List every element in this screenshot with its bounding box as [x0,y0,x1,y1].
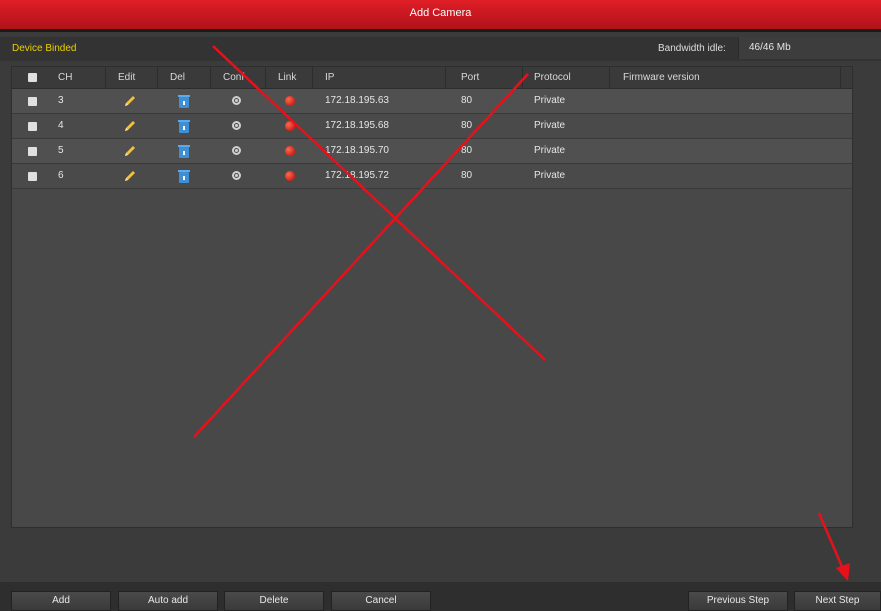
trash-icon[interactable] [178,170,190,183]
cell-ch: 6 [58,170,64,181]
bandwidth-label: Bandwidth idle: [658,43,726,54]
auto-add-button[interactable]: Auto add [118,591,218,611]
header-edit: Edit [118,72,136,83]
window-title: Add Camera [409,7,472,19]
header-separator [445,67,446,88]
link-status-icon [285,121,295,131]
settings-icon[interactable] [232,171,241,180]
previous-step-button[interactable]: Previous Step [688,591,788,611]
header-separator [265,67,266,88]
cell-ip: 172.18.195.70 [325,145,389,156]
cell-protocol: Private [534,120,566,131]
camera-table: CH Edit Del Conf Link IP Port Protocol F… [11,66,853,528]
cell-ch: 3 [58,95,64,106]
header-separator [105,67,106,88]
cell-ch: 4 [58,120,64,131]
cell-ip: 172.18.195.68 [325,120,389,131]
section-header: Device Binded Bandwidth idle: 46/46 Mb [0,37,881,61]
section-title: Device Binded [12,43,77,54]
pencil-icon[interactable] [123,94,137,108]
add-button[interactable]: Add [11,591,111,611]
header-link: Link [278,72,297,83]
trash-icon[interactable] [178,145,190,158]
table-row[interactable]: 6 172.18.195.72 80 Private [12,164,852,189]
window-title-bar: Add Camera [0,0,881,32]
cell-protocol: Private [534,145,566,156]
header-ip[interactable]: IP [325,67,334,88]
trash-icon[interactable] [178,120,190,133]
trash-icon[interactable] [178,95,190,108]
row-checkbox[interactable] [28,147,37,156]
header-port[interactable]: Port [461,67,479,88]
header-protocol[interactable]: Protocol [534,67,571,88]
cell-ip: 172.18.195.63 [325,95,389,106]
bandwidth-value: 46/46 Mb [738,37,881,59]
header-separator [522,67,523,88]
arrow-head-annotation [836,563,850,581]
cell-protocol: Private [534,170,566,181]
link-status-icon [285,171,295,181]
delete-button[interactable]: Delete [224,591,324,611]
cell-port: 80 [461,95,473,106]
link-status-icon [285,146,295,156]
settings-icon[interactable] [232,146,241,155]
settings-icon[interactable] [232,121,241,130]
header-separator [210,67,211,88]
table-row[interactable]: 5 172.18.195.70 80 Private [12,139,852,164]
settings-icon[interactable] [232,96,241,105]
header-conf: Conf [223,72,245,83]
row-checkbox[interactable] [28,122,37,131]
cell-ip: 172.18.195.72 [325,170,389,181]
table-row[interactable]: 3 172.18.195.63 80 Private [12,89,852,114]
cell-port: 80 [461,170,473,181]
header-separator [609,67,610,88]
table-row[interactable]: 4 172.18.195.68 80 Private [12,114,852,139]
header-del: Del [170,72,186,83]
header-separator [157,67,158,88]
cell-port: 80 [461,120,473,131]
next-step-button[interactable]: Next Step [794,591,881,611]
pencil-icon[interactable] [123,119,137,133]
cell-ch: 5 [58,145,64,156]
row-checkbox[interactable] [28,97,37,106]
row-checkbox[interactable] [28,172,37,181]
cancel-button[interactable]: Cancel [331,591,431,611]
select-all-checkbox[interactable] [28,73,37,82]
header-separator [312,67,313,88]
header-ch[interactable]: CH [58,67,72,88]
pencil-icon[interactable] [123,169,137,183]
cell-port: 80 [461,145,473,156]
header-separator [840,67,841,88]
header-firmware[interactable]: Firmware version [623,67,700,88]
link-status-icon [285,96,295,106]
table-header: CH Edit Del Conf Link IP Port Protocol F… [12,67,852,89]
pencil-icon[interactable] [123,144,137,158]
cell-protocol: Private [534,95,566,106]
